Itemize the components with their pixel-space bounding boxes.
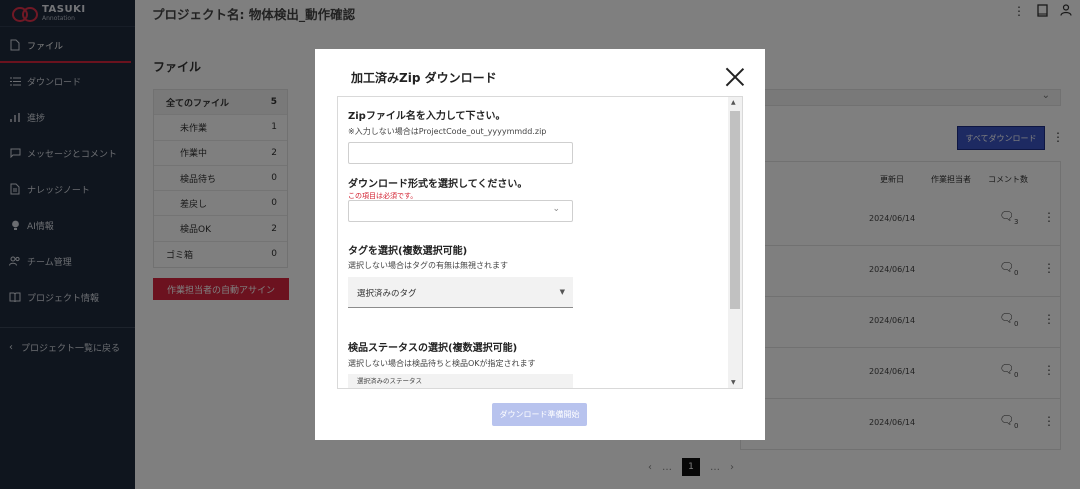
caret-down-icon: ▼	[559, 288, 565, 296]
start-download-button[interactable]: ダウンロード準備開始	[492, 403, 587, 426]
status-hint: 選択しない場合は検品待ちと検品OKが指定されます	[348, 359, 536, 368]
tag-hint: 選択しない場合はタグの有無は無視されます	[348, 261, 508, 270]
dialog-scroll-area[interactable]: Zipファイル名を入力して下さい。 ※入力しない場合はProjectCode_o…	[337, 96, 743, 389]
status-select[interactable]: 選択済みのステータス	[348, 374, 573, 388]
chevron-down-icon: ⌄	[552, 204, 560, 214]
zip-name-input[interactable]	[348, 142, 573, 164]
tag-placeholder: 選択済みのタグ	[357, 289, 417, 299]
scrollbar[interactable]: ▲ ▼	[728, 97, 742, 388]
zip-name-label: Zipファイル名を入力して下さい。	[348, 111, 506, 122]
tag-select[interactable]: 選択済みのタグ ▼	[348, 277, 573, 308]
tag-label: タグを選択(複数選択可能)	[348, 246, 468, 257]
status-label: 検品ステータスの選択(複数選択可能)	[348, 343, 518, 354]
scroll-up-icon[interactable]: ▲	[731, 99, 736, 106]
scroll-down-icon[interactable]: ▼	[731, 379, 736, 386]
format-select[interactable]: ⌄	[348, 200, 573, 222]
zip-name-hint: ※入力しない場合はProjectCode_out_yyyymmdd.zip	[348, 127, 547, 136]
scrollbar-thumb[interactable]	[730, 111, 740, 309]
dialog-title: 加工済みZip ダウンロード	[351, 71, 497, 85]
format-label: ダウンロード形式を選択してください。	[348, 179, 528, 190]
status-placeholder: 選択済みのステータス	[357, 377, 422, 385]
close-icon[interactable]	[725, 67, 745, 87]
zip-download-dialog: 加工済みZip ダウンロード Zipファイル名を入力して下さい。 ※入力しない場…	[315, 49, 765, 440]
